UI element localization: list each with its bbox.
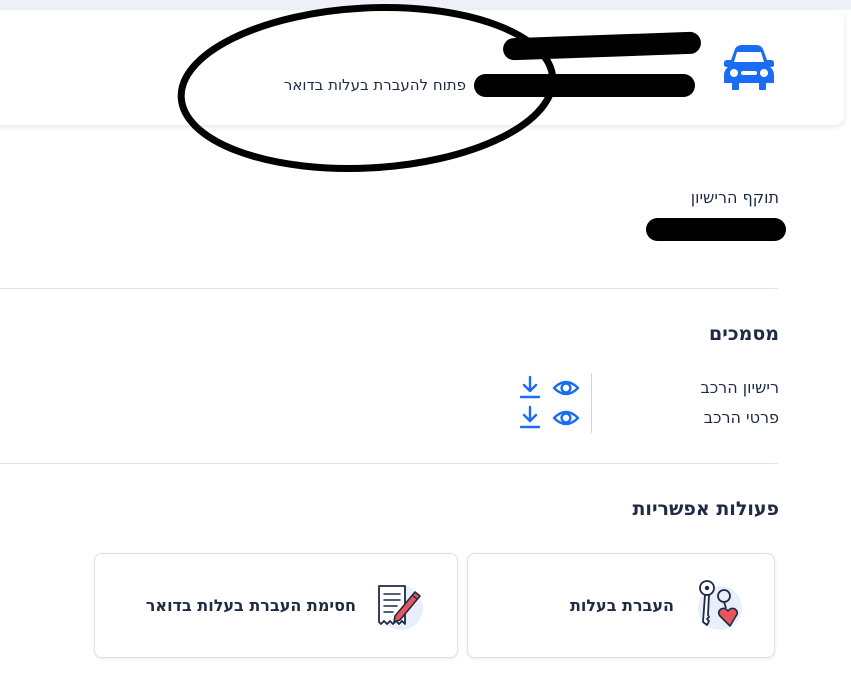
download-icon[interactable] bbox=[519, 405, 541, 429]
eye-icon[interactable] bbox=[552, 378, 580, 398]
actions-title: פעולות אפשריות bbox=[632, 498, 779, 520]
circled-annotation bbox=[177, 4, 557, 172]
block-mail-transfer-card[interactable]: חסימת העברת בעלות בדואר bbox=[94, 553, 458, 658]
download-icon[interactable] bbox=[519, 375, 541, 399]
transfer-ownership-card[interactable]: העברת בעלות bbox=[467, 553, 775, 658]
documents-separator bbox=[591, 373, 592, 433]
documents-title: מסמכים bbox=[709, 323, 779, 345]
block-mail-transfer-label: חסימת העברת בעלות בדואר bbox=[145, 596, 356, 615]
transfer-ownership-label: העברת בעלות bbox=[569, 596, 674, 615]
eye-icon[interactable] bbox=[552, 408, 580, 428]
redacted-validity-date bbox=[646, 218, 786, 241]
document-label-vehicle-details: פרטי הרכב bbox=[703, 408, 779, 427]
signed-document-icon bbox=[378, 585, 423, 630]
license-validity-label: תוקף הרישיון bbox=[690, 188, 779, 207]
section-divider bbox=[0, 288, 778, 289]
document-label-vehicle-license: רישיון הרכב bbox=[700, 378, 779, 397]
section-divider bbox=[0, 463, 778, 464]
car-icon bbox=[724, 45, 774, 90]
keys-heart-icon bbox=[698, 580, 742, 630]
